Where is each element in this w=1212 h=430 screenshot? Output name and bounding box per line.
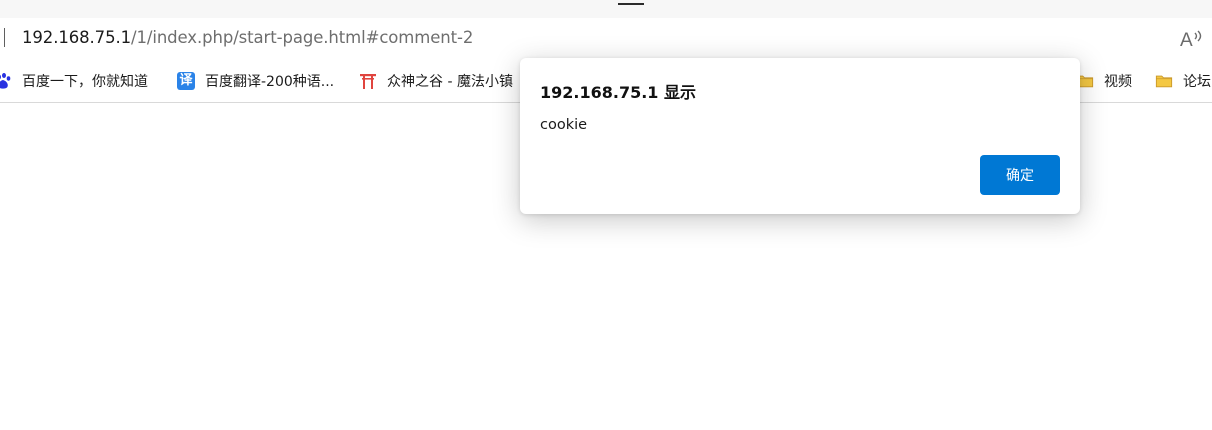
tab-strip — [0, 0, 1212, 18]
dialog-message: cookie — [540, 117, 588, 133]
bookmark-folder-video[interactable]: 视频 — [1076, 60, 1132, 102]
tab-title-fragment — [618, 0, 644, 5]
bookmark-label: 视频 — [1104, 74, 1132, 90]
torii-gate-icon — [360, 74, 376, 89]
bookmark-label: 百度翻译-200种语... — [205, 74, 335, 90]
text-caret — [4, 28, 5, 47]
read-aloud-icon[interactable]: A — [1180, 28, 1204, 50]
bookmark-baidu[interactable]: 百度一下，你就知道 — [0, 60, 148, 102]
address-bar[interactable]: 192.168.75.1/1/index.php/start-page.html… — [0, 18, 1212, 60]
bookmark-label: 百度一下，你就知道 — [22, 74, 148, 90]
bookmark-label: 论坛 — [1183, 74, 1211, 90]
alert-dialog: 192.168.75.1 显示 cookie 确定 — [520, 58, 1080, 214]
bookmark-zhongshen[interactable]: 众神之谷 - 魔法小镇 — [359, 60, 513, 102]
dialog-title: 192.168.75.1 显示 — [540, 83, 697, 102]
url-host: 192.168.75.1 — [22, 28, 132, 47]
bookmark-label: 众神之谷 - 魔法小镇 — [387, 74, 513, 90]
bookmark-folder-forum[interactable]: 论坛 — [1155, 60, 1211, 102]
svg-text:A: A — [1180, 30, 1193, 50]
url-path: /1/index.php/start-page.html#comment-2 — [131, 28, 474, 47]
url-text[interactable]: 192.168.75.1/1/index.php/start-page.html… — [22, 28, 473, 48]
baidu-paw-icon — [0, 73, 11, 89]
fanyi-icon: 译 — [177, 72, 195, 90]
ok-button[interactable]: 确定 — [980, 155, 1060, 195]
bookmark-fanyi[interactable]: 译 百度翻译-200种语... — [177, 60, 334, 102]
folder-icon — [1155, 75, 1173, 88]
